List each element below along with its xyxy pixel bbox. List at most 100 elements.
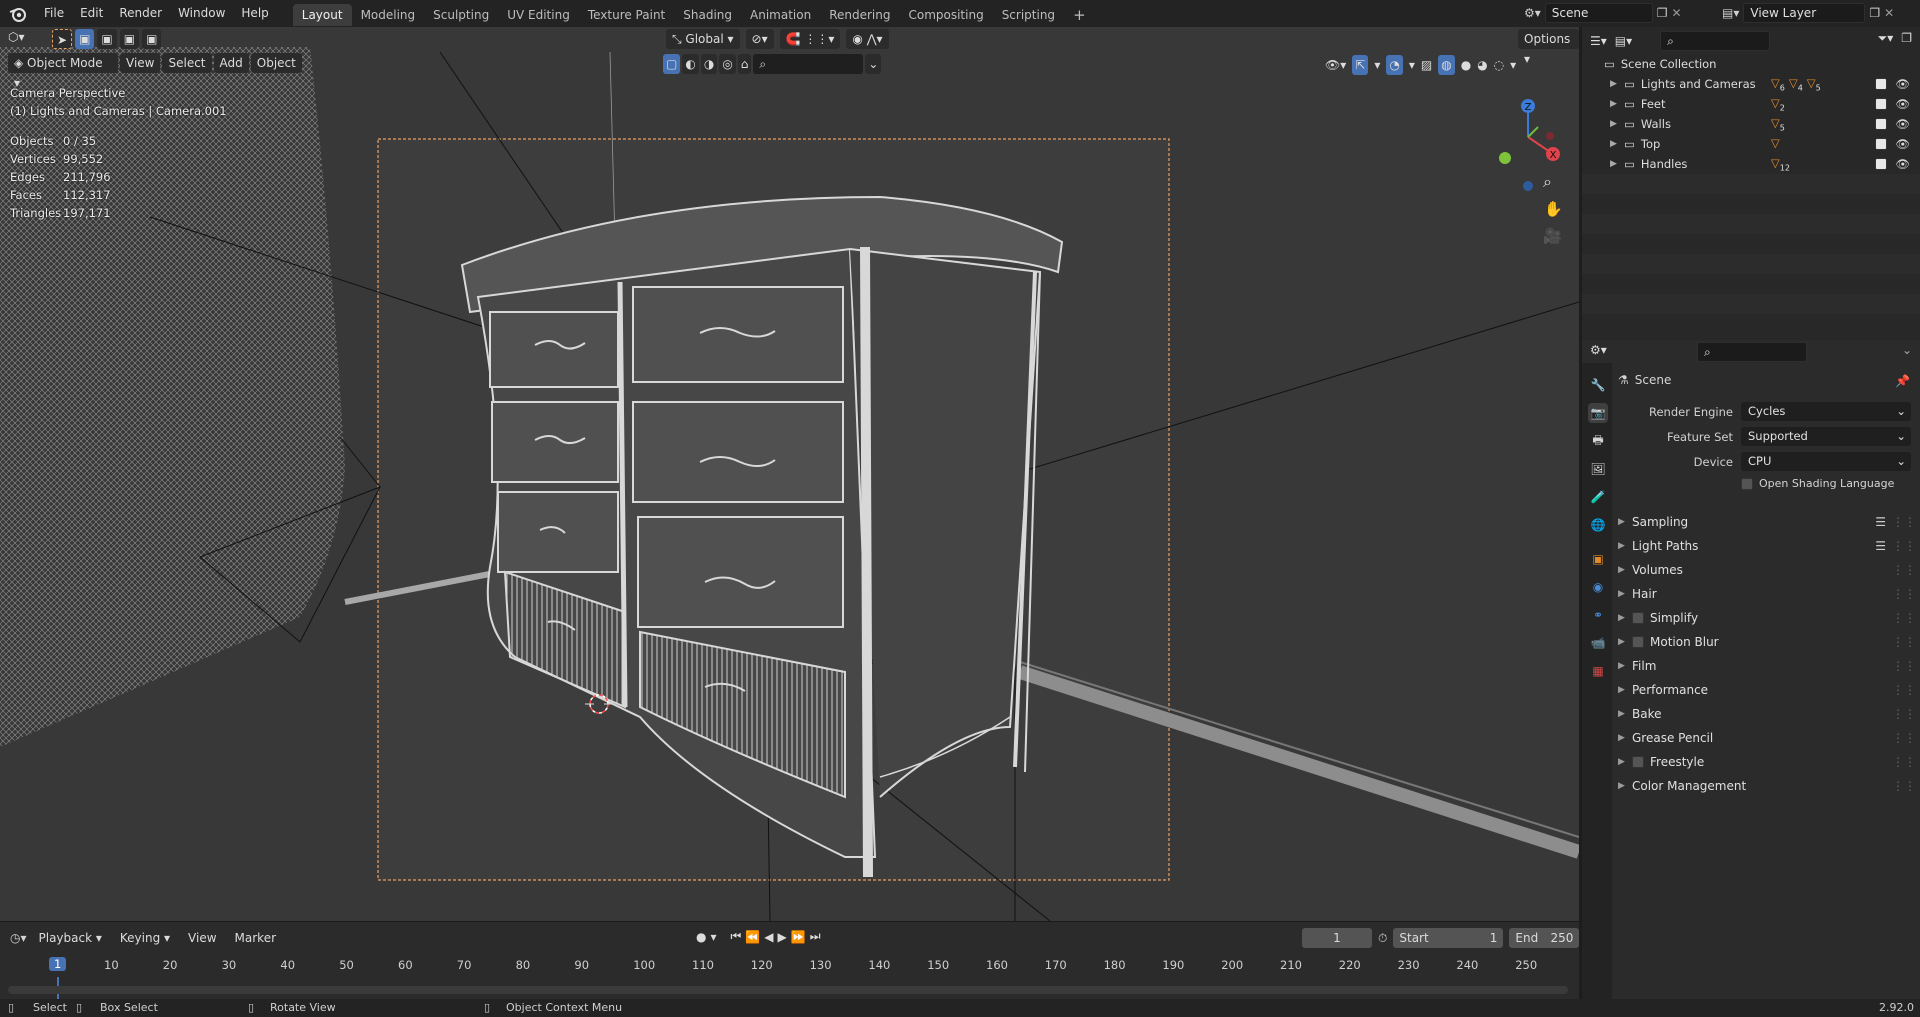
playhead-label[interactable]: 1	[49, 957, 67, 971]
overlay-toggle-icon[interactable]: ◔	[1386, 55, 1403, 75]
tab-sculpting[interactable]: Sculpting	[424, 4, 498, 26]
panel-enable-checkbox[interactable]	[1632, 612, 1644, 624]
auto-keying-icon[interactable]: ●	[696, 930, 706, 944]
tab-texture-paint[interactable]: Texture Paint	[579, 4, 674, 26]
drag-handle-icon[interactable]: ⋮⋮	[1892, 659, 1916, 673]
mode-dropdown[interactable]: ◈ Object Mode ▾	[8, 53, 118, 90]
3d-viewport[interactable]: Camera Perspective (1) Lights and Camera…	[0, 27, 1579, 921]
end-frame-field[interactable]: End 250	[1509, 928, 1580, 948]
panel-header[interactable]: ▶ Light Paths ☰ ⋮⋮	[1618, 535, 1918, 557]
outliner-search-input[interactable]: ⌕	[1660, 31, 1771, 51]
outliner-collection-row[interactable]: ▶ ▭ Top ▽ 👁	[1582, 134, 1920, 154]
tab-scripting[interactable]: Scripting	[993, 4, 1064, 26]
tab-animation[interactable]: Animation	[741, 4, 820, 26]
tab-layout[interactable]: Layout	[292, 3, 352, 26]
panel-header[interactable]: ▶ Color Management ⋮⋮	[1618, 775, 1918, 797]
frame-ruler[interactable]: 1 10 20 30 40 50 60 70 80 90 100 110 120 130 140 150 16…	[0, 955, 1579, 977]
osl-checkbox[interactable]	[1741, 477, 1753, 490]
output-tab-icon[interactable]: 🖶	[1588, 431, 1608, 451]
object-type-icon[interactable]: ▽4	[1789, 76, 1803, 92]
constraints-tab-icon[interactable]: ⚭	[1588, 605, 1608, 625]
outliner-collection-row[interactable]: ▶ ▭ Walls ▽5 👁	[1582, 114, 1920, 134]
panel-header[interactable]: ▶ Motion Blur ⋮⋮	[1618, 631, 1918, 653]
object-tab-icon[interactable]: ▣	[1588, 549, 1608, 569]
panel-header[interactable]: ▶ Film ⋮⋮	[1618, 655, 1918, 677]
menu-keying[interactable]: Keying ▾	[113, 928, 177, 948]
exclude-checkbox[interactable]	[1875, 98, 1888, 110]
properties-editor-icon[interactable]: ⚙▾	[1590, 343, 1607, 357]
view-layer-tab-icon[interactable]: 🖼	[1588, 459, 1608, 479]
drag-handle-icon[interactable]: ⋮⋮	[1892, 587, 1916, 601]
select-extend-icon[interactable]: ▣	[97, 29, 117, 49]
drag-handle-icon[interactable]: ⋮⋮	[1892, 563, 1916, 577]
pivot-icon[interactable]: ⊘▾	[745, 29, 774, 49]
drag-handle-icon[interactable]: ⋮⋮	[1892, 707, 1916, 721]
viewport-search-input[interactable]: ⌕	[753, 54, 864, 74]
tool-tab-icon[interactable]: 🔧	[1588, 375, 1608, 395]
menu-view[interactable]: View	[120, 53, 161, 73]
shading-dropdown-icon[interactable]: ▾	[1510, 58, 1516, 72]
add-workspace-button[interactable]: +	[1064, 4, 1095, 26]
eye-icon[interactable]: 👁	[1895, 77, 1910, 91]
render-tab-icon[interactable]: 📷	[1588, 403, 1608, 423]
outliner-editor-icon[interactable]: ☰▾	[1590, 34, 1607, 48]
next-keyframe-icon[interactable]: ⏩	[791, 930, 806, 944]
expand-arrow-icon[interactable]: ▶	[1610, 139, 1624, 149]
presets-list-icon[interactable]: ☰	[1875, 539, 1886, 553]
tweak-tool-icon[interactable]: ➤	[52, 29, 73, 49]
options-dropdown[interactable]: Options ▾	[1518, 29, 1579, 66]
visibility-icon[interactable]: 👁▾	[1325, 58, 1346, 72]
object-type-icon[interactable]: ▽2	[1771, 96, 1785, 112]
tab-modeling[interactable]: Modeling	[352, 4, 425, 26]
filter-mesh-icon[interactable]: ▢	[663, 54, 681, 74]
drag-handle-icon[interactable]: ⋮⋮	[1892, 755, 1916, 769]
timeline-scrollbar[interactable]	[8, 986, 1568, 994]
exclude-checkbox[interactable]	[1875, 158, 1888, 170]
camera-view-icon[interactable]: 🎥	[1543, 227, 1562, 245]
filter-material-icon[interactable]: ◐	[682, 54, 699, 74]
menu-object[interactable]: Object	[250, 53, 302, 73]
menu-add[interactable]: Add	[213, 53, 249, 73]
panel-header[interactable]: ▶ Volumes ⋮⋮	[1618, 559, 1918, 581]
current-frame-field[interactable]: 1	[1302, 928, 1372, 948]
eye-icon[interactable]: 👁	[1895, 157, 1910, 171]
filter-light-icon[interactable]: ⌂	[737, 54, 752, 74]
scene-icon[interactable]: ⚙▾	[1524, 6, 1541, 20]
menu-file[interactable]: File	[36, 0, 72, 27]
search-options-icon[interactable]: ⌄	[865, 54, 882, 74]
timeline-editor-icon[interactable]: ◷▾	[10, 931, 27, 945]
panel-header[interactable]: ▶ Sampling ☰ ⋮⋮	[1618, 511, 1918, 533]
exclude-checkbox[interactable]	[1875, 138, 1888, 150]
exclude-checkbox[interactable]	[1875, 78, 1888, 90]
menu-select[interactable]: Select	[162, 53, 212, 73]
drag-handle-icon[interactable]: ⋮⋮	[1892, 779, 1916, 793]
select-intersect-icon[interactable]: ▣	[142, 29, 162, 49]
start-frame-field[interactable]: Start 1	[1393, 928, 1504, 948]
play-icon[interactable]: ▶	[778, 930, 787, 944]
jump-start-icon[interactable]: ⏮	[731, 929, 742, 944]
zoom-icon[interactable]: ⌕	[1543, 172, 1552, 192]
navigation-gizmo[interactable]: Z X	[1495, 82, 1565, 194]
menu-help[interactable]: Help	[233, 0, 276, 27]
eye-icon[interactable]: 👁	[1895, 97, 1910, 111]
data-tab-icon[interactable]: 📹	[1588, 633, 1608, 653]
select-new-icon[interactable]: ▣	[75, 29, 95, 49]
view-layer-field[interactable]: View Layer	[1743, 3, 1866, 23]
texture-tab-icon[interactable]: ▦	[1588, 661, 1608, 681]
filter-solid-icon[interactable]: ◑	[700, 54, 718, 74]
orientation-dropdown[interactable]: ⤡ Global ▾	[666, 29, 740, 49]
world-tab-icon[interactable]: 🌐	[1588, 515, 1608, 535]
render-engine-dropdown[interactable]: Cycles ⌄	[1741, 402, 1911, 421]
feature-set-dropdown[interactable]: Supported ⌄	[1741, 427, 1911, 446]
physics-tab-icon[interactable]: ◉	[1588, 577, 1608, 597]
outliner-collection-row[interactable]: ▶ ▭ Feet ▽2 👁	[1582, 94, 1920, 114]
tab-compositing[interactable]: Compositing	[899, 4, 992, 26]
view-layer-icon[interactable]: ▤▾	[1722, 6, 1739, 20]
jump-end-icon[interactable]: ⏭	[810, 929, 821, 944]
object-type-icon[interactable]: ▽6	[1771, 76, 1785, 92]
expand-arrow-icon[interactable]: ▶	[1610, 79, 1624, 89]
menu-render[interactable]: Render	[111, 0, 170, 27]
snap-icon[interactable]: 🧲 ⋮⋮▾	[779, 29, 841, 49]
play-reverse-icon[interactable]: ◀	[764, 930, 773, 944]
overlay-dropdown-icon[interactable]: ▾	[1409, 58, 1415, 72]
